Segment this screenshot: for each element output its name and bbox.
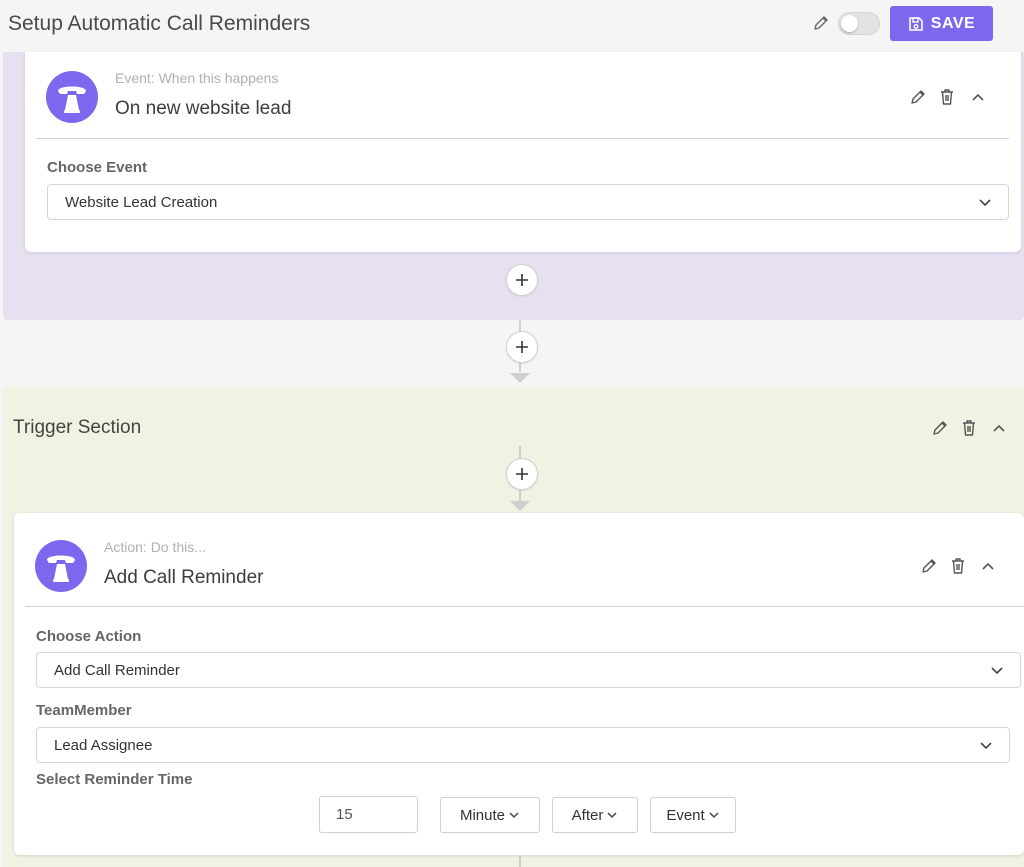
chevron-down-icon	[509, 812, 519, 819]
trash-icon[interactable]	[948, 556, 968, 576]
trash-icon[interactable]	[959, 418, 979, 438]
pencil-icon[interactable]	[919, 556, 939, 576]
add-step-button[interactable]	[506, 331, 538, 363]
choose-action-value: Add Call Reminder	[54, 661, 180, 679]
reminder-relation-dropdown[interactable]: After	[552, 797, 638, 833]
event-title: On new website lead	[115, 98, 292, 119]
event-subtitle: Event: When this happens	[115, 70, 279, 86]
save-label: SAVE	[930, 14, 976, 32]
choose-action-select[interactable]: Add Call Reminder	[36, 652, 1021, 688]
team-member-label: TeamMember	[36, 702, 132, 719]
pencil-icon[interactable]	[811, 13, 831, 33]
active-toggle[interactable]	[838, 12, 880, 35]
action-divider	[25, 606, 1024, 607]
telephone-icon	[35, 540, 87, 592]
chevron-down-icon	[979, 199, 991, 207]
connector-arrow	[510, 373, 530, 383]
reminder-amount-input[interactable]: 15	[319, 796, 418, 833]
floppy-disk-icon	[908, 16, 923, 31]
toggle-knob	[841, 15, 858, 32]
telephone-icon	[46, 71, 98, 123]
pencil-icon[interactable]	[930, 418, 950, 438]
reminder-reference-value: Event	[666, 806, 705, 824]
plus-icon	[516, 341, 528, 353]
reminder-time-label: Select Reminder Time	[36, 771, 193, 788]
trash-icon[interactable]	[937, 87, 957, 107]
connector-line	[519, 856, 521, 867]
reminder-unit-dropdown[interactable]: Minute	[440, 797, 540, 833]
choose-action-label: Choose Action	[36, 628, 142, 645]
chevron-up-icon[interactable]	[989, 418, 1009, 438]
team-member-select[interactable]: Lead Assignee	[36, 727, 1010, 763]
plus-icon	[516, 468, 528, 480]
pencil-icon[interactable]	[908, 87, 928, 107]
save-button[interactable]: SAVE	[890, 6, 993, 41]
choose-event-value: Website Lead Creation	[65, 193, 218, 211]
chevron-up-icon[interactable]	[968, 87, 988, 107]
action-subtitle: Action: Do this...	[104, 539, 206, 555]
reminder-unit-value: Minute	[459, 806, 506, 824]
event-divider	[36, 138, 1009, 139]
connector-arrow	[510, 501, 530, 511]
choose-event-label: Choose Event	[47, 159, 148, 176]
reminder-reference-dropdown[interactable]: Event	[650, 797, 736, 833]
chevron-down-icon	[991, 667, 1003, 675]
chevron-down-icon	[709, 812, 719, 819]
chevron-down-icon	[980, 742, 992, 750]
reminder-relation-value: After	[571, 806, 604, 824]
chevron-down-icon	[607, 812, 617, 819]
choose-event-select[interactable]: Website Lead Creation	[47, 184, 1009, 220]
plus-icon	[516, 274, 528, 286]
trigger-section-title: Trigger Section	[13, 417, 142, 438]
team-member-value: Lead Assignee	[54, 736, 153, 754]
add-step-button[interactable]	[506, 458, 538, 490]
action-title: Add Call Reminder	[104, 567, 264, 588]
top-bar: Setup Automatic Call Reminders SAVE	[0, 0, 1024, 52]
page-title: Setup Automatic Call Reminders	[8, 12, 311, 35]
chevron-up-icon[interactable]	[978, 556, 998, 576]
add-step-button[interactable]	[506, 264, 538, 296]
